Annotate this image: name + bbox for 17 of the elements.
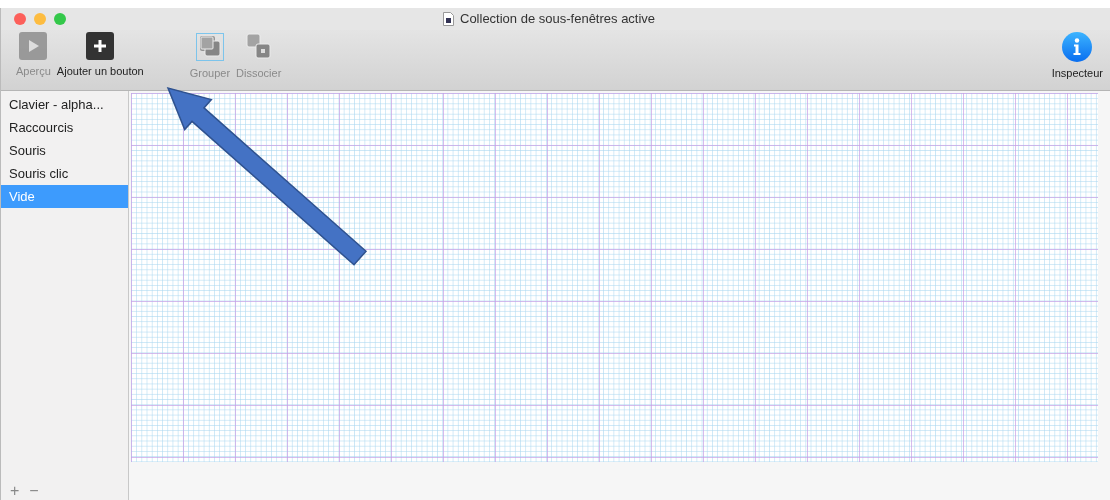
info-icon (1062, 32, 1093, 62)
close-button[interactable] (14, 13, 26, 25)
inspector-button[interactable]: Inspecteur (1048, 32, 1106, 79)
plus-icon (86, 32, 115, 60)
play-icon (19, 32, 48, 60)
group-icon (194, 32, 225, 62)
add-button[interactable]: Ajouter un bouton (53, 32, 147, 77)
sidebar-item[interactable]: Souris clic (1, 162, 128, 185)
window-title: Collection de sous-fenêtres active (460, 11, 656, 26)
ungroup-icon (243, 32, 274, 62)
zoom-button[interactable] (54, 13, 66, 25)
sidebar-item[interactable]: Souris (1, 139, 128, 162)
sidebar-item[interactable]: Raccourcis (1, 116, 128, 139)
minimize-button[interactable] (34, 13, 46, 25)
document-icon (443, 11, 454, 26)
grid-canvas[interactable] (131, 93, 1098, 462)
sidebar-item[interactable]: Clavier - alpha... (1, 93, 128, 116)
